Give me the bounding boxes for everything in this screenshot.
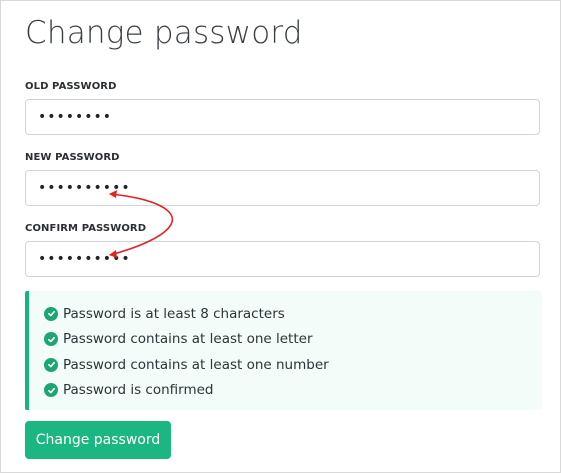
old-password-input[interactable] — [26, 100, 539, 134]
page-title: Change password — [25, 15, 303, 51]
old-password-label: OLD PASSWORD — [25, 81, 117, 92]
requirement-item: Password contains at least one number — [29, 352, 542, 378]
new-password-label: NEW PASSWORD — [25, 152, 120, 163]
old-password-field[interactable] — [25, 99, 540, 135]
requirement-text: Password contains at least one letter — [63, 331, 313, 348]
check-circle-icon — [44, 332, 58, 347]
requirement-item: Password is at least 8 characters — [29, 301, 542, 327]
requirement-text: Password contains at least one number — [63, 356, 329, 373]
confirm-password-input[interactable] — [26, 242, 539, 276]
requirement-item: Password contains at least one letter — [29, 327, 542, 353]
check-circle-icon — [44, 306, 58, 321]
new-password-input[interactable] — [26, 171, 539, 205]
check-circle-icon — [44, 383, 58, 398]
requirement-item: Password is confirmed — [29, 378, 542, 404]
confirm-password-field[interactable] — [25, 241, 540, 277]
confirm-password-label: CONFIRM PASSWORD — [25, 223, 147, 234]
check-circle-icon — [44, 357, 58, 372]
requirement-text: Password is confirmed — [63, 382, 214, 399]
new-password-field[interactable] — [25, 170, 540, 206]
requirement-text: Password is at least 8 characters — [63, 305, 285, 322]
change-password-button[interactable]: Change password — [25, 421, 171, 459]
password-requirements-box: Password is at least 8 characters Passwo… — [25, 291, 542, 410]
